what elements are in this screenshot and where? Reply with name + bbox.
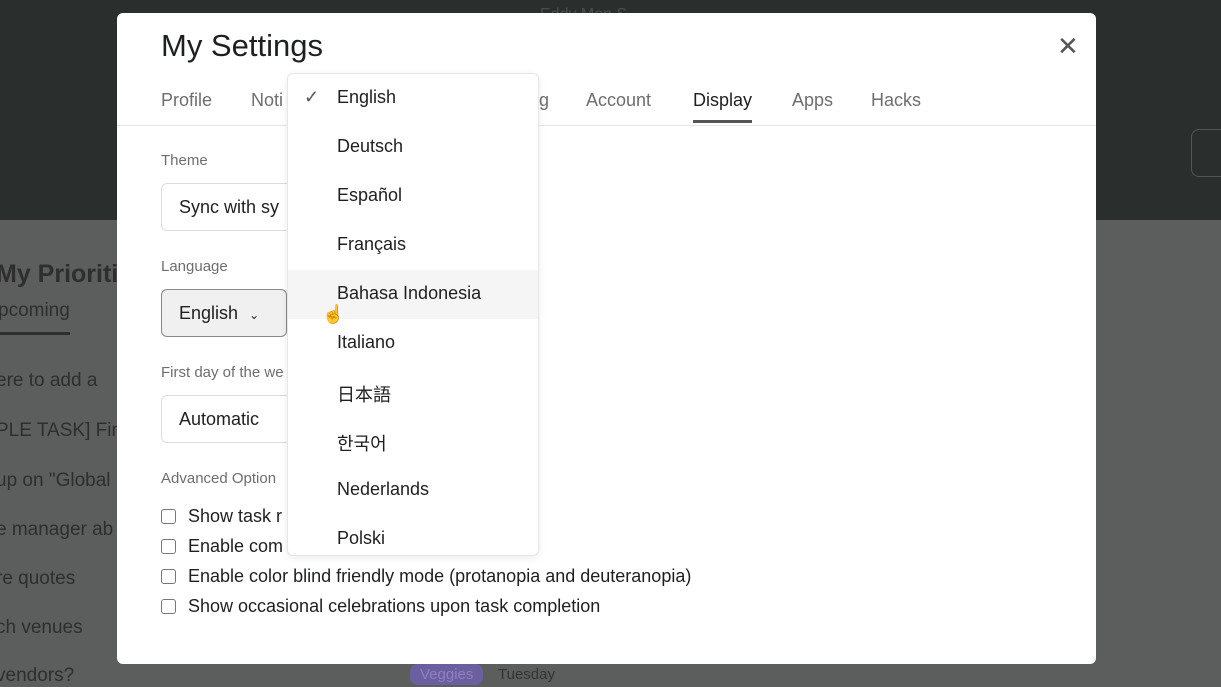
option-espanol[interactable]: Español xyxy=(288,172,538,221)
option-nederlands[interactable]: Nederlands xyxy=(288,466,538,515)
checkbox[interactable] xyxy=(161,509,176,524)
option-korean[interactable]: 한국어 xyxy=(288,417,538,466)
checkbox-label: Enable com xyxy=(188,536,284,556)
tab-apps[interactable]: Apps xyxy=(792,90,833,111)
list-item[interactable]: e manager ab xyxy=(0,519,113,541)
list-item[interactable]: ere to add a xyxy=(0,370,97,392)
settings-modal: My Settings ✕ Profile Noti g Account Dis… xyxy=(117,13,1096,664)
checkbox-label: Show task r xyxy=(188,506,283,526)
checkbox-color-blind[interactable]: Enable color blind friendly mode (protan… xyxy=(161,566,691,587)
checkbox-label: Enable color blind friendly mode (protan… xyxy=(188,566,692,586)
option-label: English xyxy=(337,87,397,107)
checkbox[interactable] xyxy=(161,539,176,554)
option-deutsch[interactable]: Deutsch xyxy=(288,123,538,172)
tab-hacks[interactable]: Hacks xyxy=(871,90,921,111)
language-select[interactable]: English ⌄ xyxy=(161,289,287,337)
tab-upcoming[interactable]: pcoming xyxy=(0,300,70,335)
tab-account[interactable]: Account xyxy=(586,90,651,111)
list-item[interactable]: PLE TASK] Fin xyxy=(0,420,122,442)
theme-label: Theme xyxy=(161,152,208,169)
check-icon: ✓ xyxy=(304,87,320,107)
close-icon[interactable]: ✕ xyxy=(1057,31,1079,62)
option-italiano[interactable]: Italiano xyxy=(288,319,538,368)
list-item[interactable]: vendors? xyxy=(0,665,74,687)
tag-badge: Veggies xyxy=(410,664,484,685)
checkbox-show-task[interactable]: Show task r xyxy=(161,506,282,527)
option-francais[interactable]: Français xyxy=(288,221,538,270)
first-day-label: First day of the we xyxy=(161,364,284,381)
list-item[interactable]: up on "Global xyxy=(0,470,111,492)
due-date: Tuesday xyxy=(498,666,555,683)
advanced-label: Advanced Option xyxy=(161,470,277,487)
tab-hidden[interactable]: g xyxy=(539,90,549,111)
settings-tabs: Profile Noti g Account Display Apps Hack… xyxy=(117,85,1096,126)
header-button[interactable] xyxy=(1191,129,1221,177)
tab-profile[interactable]: Profile xyxy=(161,90,212,111)
hand-cursor-icon: ☝ xyxy=(322,304,345,324)
list-item[interactable]: ch venues xyxy=(0,617,83,639)
modal-title: My Settings xyxy=(161,28,323,63)
checkbox[interactable] xyxy=(161,569,176,584)
list-item[interactable]: re quotes xyxy=(0,568,75,590)
language-value: English xyxy=(179,303,239,323)
language-label: Language xyxy=(161,258,228,275)
option-polski[interactable]: Polski xyxy=(288,515,538,555)
checkbox-label: Show occasional celebrations upon task c… xyxy=(188,596,601,616)
tab-display[interactable]: Display xyxy=(693,90,753,123)
checkbox[interactable] xyxy=(161,599,176,614)
chevron-down-icon: ⌄ xyxy=(249,308,260,322)
option-japanese[interactable]: 日本語 xyxy=(288,368,538,417)
checkbox-celebrations[interactable]: Show occasional celebrations upon task c… xyxy=(161,596,600,617)
page-heading: My Prioriti xyxy=(0,260,119,288)
option-english[interactable]: ✓ English xyxy=(288,74,538,123)
checkbox-enable-com[interactable]: Enable com xyxy=(161,536,283,557)
tab-notifications[interactable]: Noti xyxy=(251,90,283,111)
